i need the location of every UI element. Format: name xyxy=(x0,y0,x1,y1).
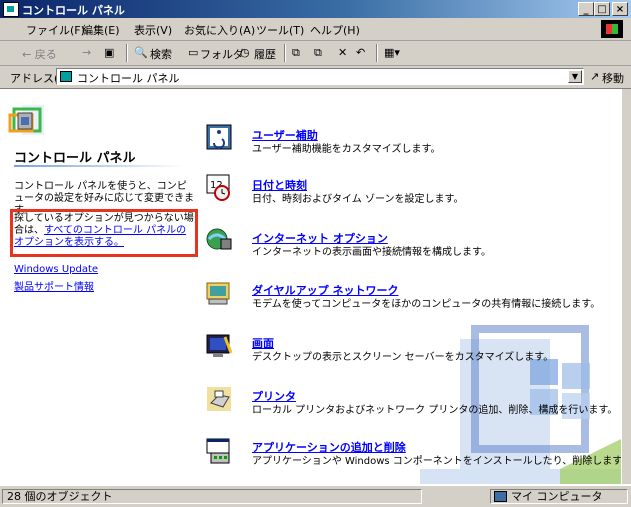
toolbar-separator xyxy=(126,44,128,62)
go-button[interactable]: 移動 xyxy=(602,70,624,86)
date-time-icon[interactable]: 12 xyxy=(205,173,233,201)
minimize-button[interactable]: _ xyxy=(578,2,594,16)
folders-button[interactable]: フォルダ xyxy=(200,46,244,62)
status-zone: マイ コンピュータ xyxy=(490,489,628,504)
add-remove-programs-icon[interactable] xyxy=(205,437,233,465)
toolbar-separator xyxy=(376,44,378,62)
control-panel-icon xyxy=(60,71,72,82)
item-desc-internet-options: インターネットの表示画面や接続情報を構成します。 xyxy=(252,247,491,258)
address-value: コントロール パネル xyxy=(77,72,180,85)
display-icon[interactable] xyxy=(205,333,233,361)
status-zone-label: マイ コンピュータ xyxy=(511,490,603,503)
title-divider xyxy=(14,165,184,167)
close-button[interactable]: × xyxy=(612,2,628,16)
views-icon[interactable]: ▦▾ xyxy=(384,46,400,59)
address-input[interactable]: コントロール パネル ▼ xyxy=(56,68,584,85)
delete-icon[interactable]: ✕ xyxy=(338,46,347,59)
go-icon: ↗ xyxy=(590,70,600,83)
menu-file[interactable]: ファイル(F) xyxy=(26,22,85,38)
vertical-scrollbar[interactable] xyxy=(621,89,631,484)
product-support-link[interactable]: 製品サポート情報 xyxy=(14,278,94,293)
menu-view[interactable]: 表示(V) xyxy=(134,22,172,38)
windows-logo-icon xyxy=(601,20,623,38)
menu-help[interactable]: ヘルプ(H) xyxy=(310,22,360,38)
internet-options-icon[interactable] xyxy=(205,225,233,253)
dialup-network-icon[interactable] xyxy=(205,279,233,307)
left-panel-title: コントロール パネル xyxy=(14,151,136,166)
folders-icon: ▭ xyxy=(188,46,199,59)
title-bar[interactable]: コントロール パネル _ □ × xyxy=(0,0,631,18)
control-panel-icon xyxy=(3,2,19,17)
copy-to-icon[interactable]: ⧉ xyxy=(314,46,322,60)
toolbar: ← 戻る → ▣ 🔍 検索 ▭ フォルダ ◷ 履歴 ⧉ ⧉ ✕ ↶ ▦▾ xyxy=(0,41,631,66)
menu-edit[interactable]: 編集(E) xyxy=(82,22,120,38)
my-computer-icon xyxy=(494,491,507,502)
item-desc-accessibility: ユーザー補助機能をカスタマイズします。 xyxy=(252,144,441,155)
menu-tools[interactable]: ツール(T) xyxy=(256,22,304,38)
history-button[interactable]: 履歴 xyxy=(254,46,276,62)
search-button[interactable]: 検索 xyxy=(150,46,172,62)
menu-favorites[interactable]: お気に入り(A) xyxy=(184,22,255,38)
item-desc-add-remove: アプリケーションや Windows コンポーネントをインストールしたり、削除しま… xyxy=(252,456,621,467)
maximize-button[interactable]: □ xyxy=(594,2,610,16)
toolbar-separator xyxy=(284,44,286,62)
history-icon: ◷ xyxy=(240,46,250,59)
item-desc-dialup: モデムを使ってコンピュータをほかのコンピュータの共有情報に接続します。 xyxy=(252,299,601,310)
undo-icon[interactable]: ↶ xyxy=(356,46,365,59)
search-icon: 🔍 xyxy=(134,46,148,59)
back-button[interactable]: ← 戻る xyxy=(22,46,57,62)
item-desc-display: デスクトップの表示とスクリーン セーバーをカスタマイズします。 xyxy=(252,352,554,363)
accessibility-icon[interactable] xyxy=(205,123,233,151)
menu-bar: ファイル(F) 編集(E) 表示(V) お気に入り(A) ツール(T) ヘルプ(… xyxy=(0,18,631,41)
chevron-down-icon[interactable]: ▼ xyxy=(568,70,582,83)
content-area: コントロール パネル コントロール パネルを使うと、コンピュータの設定を好みに応… xyxy=(0,89,621,484)
hint-text-block: 探しているオプションが見つからない場合は、すべてのコントロール パネルのオプショ… xyxy=(14,213,196,249)
address-bar: アドレス(D) コントロール パネル ▼ ↗ 移動 xyxy=(0,66,631,89)
item-desc-date-time: 日付、時刻およびタイム ゾーンを設定します。 xyxy=(252,194,464,205)
status-object-count: 28 個のオブジェクト xyxy=(2,489,422,504)
move-to-icon[interactable]: ⧉ xyxy=(292,46,300,60)
status-bar: 28 個のオブジェクト マイ コンピュータ xyxy=(0,485,631,507)
up-folder-icon[interactable]: ▣ xyxy=(104,46,114,59)
control-panel-logo-icon xyxy=(8,105,44,135)
forward-button[interactable]: → xyxy=(82,46,91,59)
item-desc-printer: ローカル プリンタおよびネットワーク プリンタの追加、削除、構成を行います。 xyxy=(252,405,618,416)
windows-update-link[interactable]: Windows Update xyxy=(14,264,98,275)
window-title: コントロール パネル xyxy=(22,4,125,17)
printer-icon[interactable] xyxy=(205,385,233,413)
